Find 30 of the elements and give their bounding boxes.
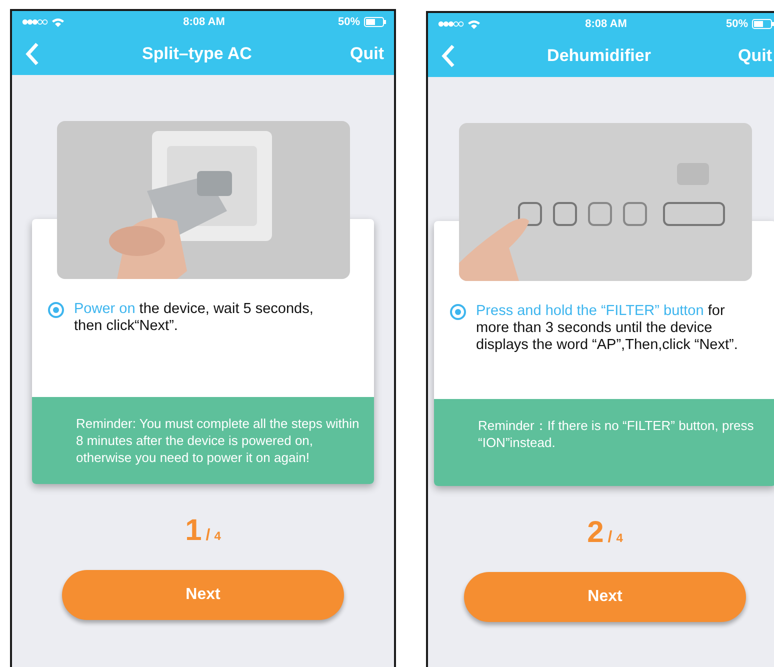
- wifi-icon: [52, 18, 64, 26]
- radio-button[interactable]: [48, 302, 64, 318]
- step-total: 4: [616, 531, 623, 545]
- chevron-left-icon: [25, 42, 39, 66]
- quit-button[interactable]: Quit: [738, 46, 772, 66]
- battery-icon: [752, 19, 774, 29]
- next-button[interactable]: Next: [62, 570, 344, 620]
- next-button[interactable]: Next: [464, 572, 746, 622]
- wifi-icon: [468, 20, 480, 28]
- step-total: 4: [214, 529, 221, 543]
- signal-icon: [22, 19, 48, 25]
- step-separator: /: [206, 527, 210, 545]
- chevron-left-icon: [441, 44, 455, 68]
- signal-icon: [438, 21, 464, 27]
- step-current: 1: [185, 514, 202, 548]
- step-current: 2: [587, 516, 604, 550]
- reminder-text: Reminder: You must complete all the steps within 8 minutes after the device is powered on, otherwise you need to power it on again!: [76, 415, 360, 466]
- reminder-text: Reminder：If there is no “FILTER” button, press “ION”instead.: [478, 417, 755, 451]
- status-time: 8:08 AM: [585, 18, 627, 30]
- step-separator: /: [608, 529, 612, 547]
- battery-percent: 50%: [726, 18, 748, 30]
- battery-icon: [364, 17, 386, 27]
- radio-button[interactable]: [450, 304, 466, 320]
- screen-title: Split–type AC: [142, 44, 252, 64]
- step-instruction: Power on the device, wait 5 seconds, then click“Next”.: [74, 301, 314, 335]
- step-instruction: Press and hold the “FILTER” button for more than 3 seconds until the device displays the word “AP”,Then,click “Next”.: [476, 303, 739, 354]
- status-time: 8:08 AM: [183, 16, 225, 28]
- screen-title: Dehumidifier: [547, 46, 651, 66]
- quit-button[interactable]: Quit: [350, 44, 384, 64]
- battery-percent: 50%: [338, 16, 360, 28]
